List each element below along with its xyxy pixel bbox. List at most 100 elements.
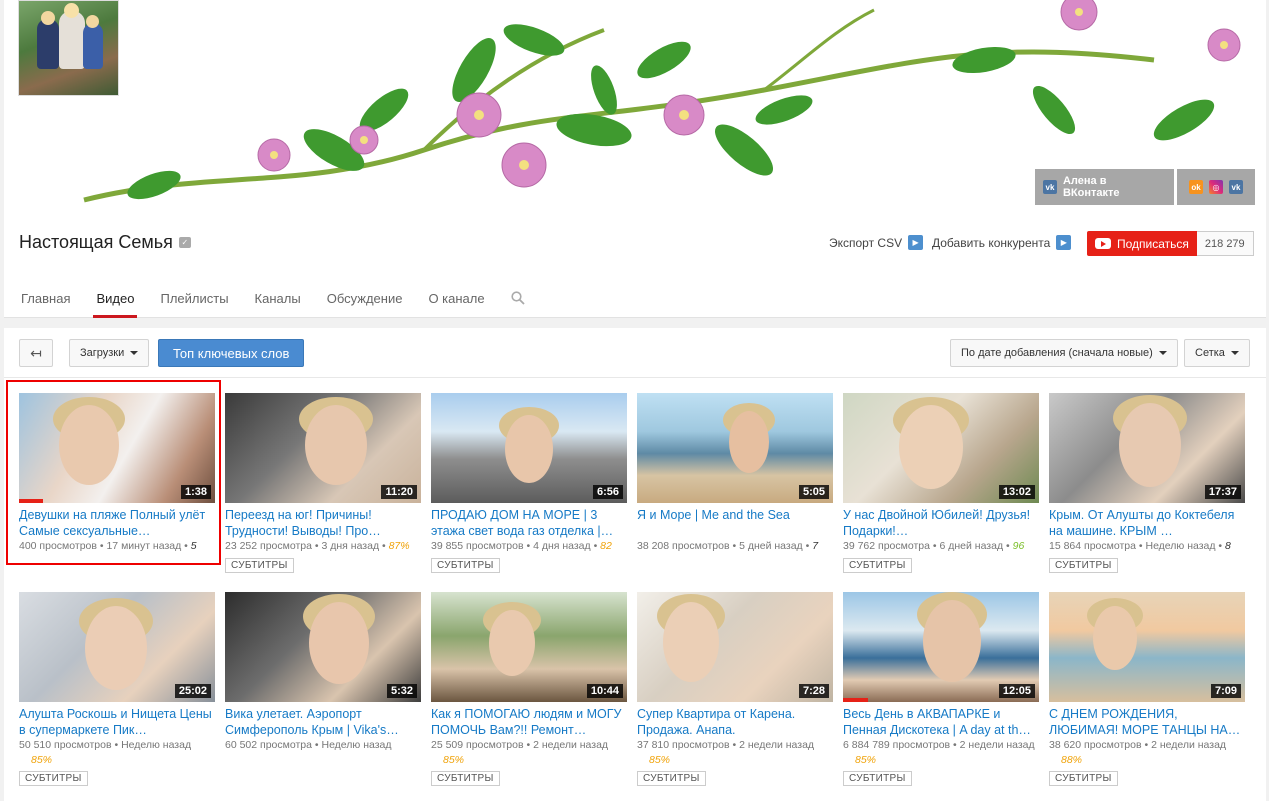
channel-header: Настоящая Семья ✓ Экспорт CSV ▶ Добавить… (4, 205, 1266, 318)
video-title-link[interactable]: Как я ПОМОГАЮ людям и МОГУ ПОМОЧЬ Вам?!!… (431, 706, 627, 738)
tab-about[interactable]: О канале (428, 291, 484, 318)
video-title-link[interactable]: Алушта Роскошь и Нищета Цены в супермарк… (19, 706, 215, 738)
tab-discussion[interactable]: Обсуждение (327, 291, 403, 318)
sort-dropdown[interactable]: По дате добавления (сначала новые) (950, 339, 1178, 367)
video-card[interactable]: 10:44 Как я ПОМОГАЮ людям и МОГУ ПОМОЧЬ В… (431, 592, 627, 786)
vk-link-button[interactable]: vk Алена в ВКонтакте (1035, 169, 1174, 205)
subscribe-button[interactable]: Подписаться (1087, 231, 1197, 256)
tubebuddy-score: 85% (855, 754, 877, 766)
tubebuddy-score: 88% (1061, 754, 1083, 766)
video-thumbnail[interactable]: 7:28 (637, 592, 833, 702)
meta-separator: • (950, 739, 960, 751)
back-button[interactable]: ↤ (19, 339, 53, 367)
tab-home[interactable]: Главная (21, 291, 70, 318)
video-title-link[interactable]: Девушки на пляже Полный улёт Самые сексу… (19, 507, 215, 539)
chevron-down-icon (1158, 351, 1167, 355)
video-card[interactable]: 17:37 Крым. От Алушты до Коктебеля на маш… (1049, 393, 1245, 573)
video-meta: 15 864 просмотра • Неделю назад • 8 (1049, 540, 1245, 555)
video-card[interactable]: 5:05 Я и Море | Me and the Sea 38 208 прос… (637, 393, 833, 555)
video-thumbnail[interactable]: 10:44 (431, 592, 627, 702)
vk-link-label: Алена в ВКонтакте (1062, 175, 1120, 199)
search-icon[interactable] (511, 291, 525, 318)
video-card[interactable]: 7:28 Супер Квартира от Карена. Продажа. А… (637, 592, 833, 786)
video-meta: 38 620 просмотров • 2 недели назад (1049, 739, 1245, 754)
thumbnail-face-shape (729, 411, 769, 473)
back-arrow-icon: ↤ (30, 344, 42, 361)
video-thumbnail[interactable]: 5:32 (225, 592, 421, 702)
verified-icon: ✓ (178, 237, 191, 248)
tab-videos[interactable]: Видео (93, 291, 138, 318)
video-duration: 12:05 (998, 684, 1035, 698)
subtitles-badge: СУБТИТРЫ (843, 558, 912, 573)
video-card[interactable]: 5:32 Вика улетает. Аэропорт Симферополь К… (225, 592, 421, 754)
add-competitor-button[interactable]: Добавить конкурента ▶ (932, 235, 1072, 250)
thumbnail-face-shape (1093, 606, 1137, 670)
video-duration: 7:28 (798, 684, 829, 698)
add-competitor-label: Добавить конкурента (932, 235, 1051, 250)
view-count: 39 762 просмотра (843, 540, 930, 552)
video-thumbnail[interactable]: 7:09 (1049, 592, 1245, 702)
video-title-link[interactable]: У нас Двойной Юбилей! Друзья! Подарки!… (843, 507, 1039, 539)
meta-separator: • (1003, 540, 1013, 552)
video-card[interactable]: 13:02 У нас Двойной Юбилей! Друзья! Подар… (843, 393, 1039, 573)
video-thumbnail[interactable]: 5:05 (637, 393, 833, 503)
video-card[interactable]: 7:09 С ДНЕМ РОЖДЕНИЯ, ЛЮБИМАЯ! МОРЕ ТАНЦЫ… (1049, 592, 1245, 786)
video-title-link[interactable]: Супер Квартира от Карена. Продажа. Анапа… (637, 706, 833, 738)
tab-playlists[interactable]: Плейлисты (160, 291, 228, 318)
video-thumbnail[interactable]: 6:56 (431, 393, 627, 503)
instagram-icon[interactable]: ◎ (1209, 180, 1223, 194)
video-card[interactable]: 12:05 Весь День в АКВАПАРКЕ и Пенная Диск… (843, 592, 1039, 786)
channel-title-text[interactable]: Настоящая Семья (19, 232, 173, 253)
video-card[interactable]: 11:20 Переезд на юг! Причины! Трудности! … (225, 393, 421, 573)
view-count: 6 884 789 просмотров (843, 739, 951, 751)
video-title-link[interactable]: Крым. От Алушты до Коктебеля на машине. … (1049, 507, 1245, 539)
channel-avatar[interactable] (18, 0, 119, 96)
meta-separator: • (181, 540, 191, 552)
watch-progress-bar (19, 499, 43, 503)
uploads-dropdown[interactable]: Загрузки (69, 339, 150, 367)
video-thumbnail[interactable]: 11:20 (225, 393, 421, 503)
video-duration: 25:02 (174, 684, 211, 698)
video-thumbnail[interactable]: 12:05 (843, 592, 1039, 702)
video-thumbnail[interactable]: 13:02 (843, 393, 1039, 503)
video-title-link[interactable]: Весь День в АКВАПАРКЕ и Пенная Дискотека… (843, 706, 1039, 738)
thumbnail-face-shape (505, 415, 553, 483)
video-thumbnail[interactable]: 25:02 (19, 592, 215, 702)
subtitles-badge: СУБТИТРЫ (1049, 771, 1118, 786)
view-count: 50 510 просмотров (19, 739, 112, 751)
video-card[interactable]: 6:56 ПРОДАЮ ДОМ НА МОРЕ | 3 этажа свет во… (431, 393, 627, 573)
video-title-link[interactable]: Вика улетает. Аэропорт Симферополь Крым … (225, 706, 421, 738)
view-count: 400 просмотров (19, 540, 97, 552)
watch-progress-bar (843, 698, 869, 702)
video-meta: 400 просмотров • 17 минут назад • 5 (19, 540, 215, 555)
chevron-down-icon (130, 351, 139, 355)
video-title-link[interactable]: ПРОДАЮ ДОМ НА МОРЕ | 3 этажа свет вода г… (431, 507, 627, 539)
subtitles-badge: СУБТИТРЫ (843, 771, 912, 786)
channel-tabs: Главная Видео Плейлисты Каналы Обсуждени… (21, 291, 551, 318)
tab-channels[interactable]: Каналы (255, 291, 301, 318)
tubebuddy-icon: ▶ (908, 235, 924, 250)
vk-icon[interactable]: vk (1229, 180, 1243, 194)
view-count: 38 208 просмотров (637, 540, 730, 552)
view-count: 37 810 просмотров (637, 739, 730, 751)
sort-label: По дате добавления (сначала новые) (961, 347, 1153, 359)
view-count: 60 502 просмотра (225, 739, 312, 751)
subtitles-badge: СУБТИТРЫ (19, 771, 88, 786)
video-thumbnail[interactable]: 1:38 (19, 393, 215, 503)
export-csv-button[interactable]: Экспорт CSV ▶ (829, 235, 924, 250)
thumbnail-face-shape (59, 405, 119, 485)
meta-separator: • (111, 739, 122, 751)
video-thumbnail[interactable]: 17:37 (1049, 393, 1245, 503)
view-dropdown[interactable]: Сетка (1184, 339, 1250, 367)
video-duration: 7:09 (1210, 684, 1241, 698)
video-card[interactable]: 1:38 Девушки на пляже Полный улёт Самые с… (19, 393, 215, 555)
tubebuddy-score: 85% (649, 754, 671, 766)
odnoklassniki-icon[interactable]: ok (1189, 180, 1203, 194)
video-card[interactable]: 25:02 Алушта Роскошь и Нищета Цены в супе… (19, 592, 215, 786)
video-title-link[interactable]: Переезд на юг! Причины! Трудности! Вывод… (225, 507, 421, 539)
video-title-link[interactable]: Я и Море | Me and the Sea (637, 507, 833, 539)
top-keywords-button[interactable]: Топ ключевых слов (158, 339, 305, 367)
subscriber-count: 218 279 (1196, 231, 1254, 256)
video-title-link[interactable]: С ДНЕМ РОЖДЕНИЯ, ЛЮБИМАЯ! МОРЕ ТАНЦЫ НА… (1049, 706, 1245, 738)
video-duration: 5:32 (386, 684, 417, 698)
